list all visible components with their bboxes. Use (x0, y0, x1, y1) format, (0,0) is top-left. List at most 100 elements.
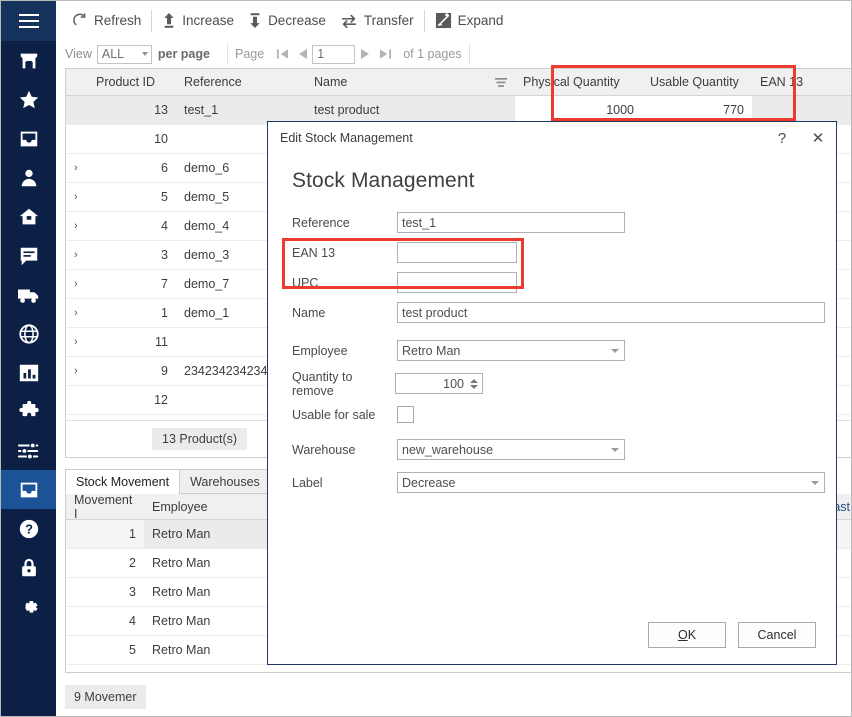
usable-quantity-column-header[interactable]: Usable Quantity (642, 69, 752, 95)
field-row-reference: Reference test_1 (292, 211, 836, 234)
usable-for-sale-checkbox[interactable] (397, 406, 414, 423)
cancel-button[interactable]: Cancel (738, 622, 816, 648)
quantity-stepper[interactable]: 100 (395, 373, 483, 394)
decrease-button[interactable]: Decrease (241, 8, 333, 34)
name-input[interactable]: test product (397, 302, 825, 323)
hamburger-menu-icon (18, 14, 39, 28)
last-page-button[interactable] (375, 48, 395, 60)
physical-quantity-column-header[interactable]: Physical Quantity (515, 69, 642, 95)
cell-movement-id: 4 (129, 614, 136, 628)
sidebar-item-home[interactable] (1, 197, 56, 236)
reference-value: test_1 (402, 215, 437, 230)
expand-row-toggle[interactable]: › (66, 241, 88, 269)
sidebar-toggle[interactable] (1, 1, 56, 41)
previous-page-button[interactable] (292, 48, 312, 60)
refresh-button[interactable]: Refresh (64, 8, 148, 34)
expand-row-toggle[interactable]: › (66, 212, 88, 240)
sidebar-item-shipping[interactable] (1, 275, 56, 314)
product-grid-header: Product ID Reference Name Physical Quant… (66, 69, 851, 96)
increase-button[interactable]: Increase (155, 8, 241, 34)
label-select[interactable]: Decrease (397, 472, 825, 493)
increase-label: Increase (182, 13, 235, 28)
chevron-right-icon: › (74, 336, 78, 348)
sidebar-item-web[interactable] (1, 314, 56, 353)
sidebar-item-stock[interactable] (1, 470, 56, 509)
expand-row-toggle[interactable]: › (66, 328, 88, 356)
toolbar-divider (151, 9, 153, 32)
next-page-button[interactable] (355, 48, 375, 60)
stepper-up-icon[interactable] (470, 378, 478, 383)
product-id-column-header[interactable]: Product ID (88, 69, 176, 95)
quantity-label: Quantity to remove (292, 369, 353, 398)
close-button[interactable]: ✕ (800, 123, 836, 153)
sidebar-item-settings[interactable] (1, 587, 56, 626)
tab-warehouses[interactable]: Warehouses (179, 469, 271, 494)
refresh-icon (71, 12, 88, 29)
first-page-button[interactable] (272, 48, 292, 60)
field-row-usable: Usable for sale (292, 403, 836, 426)
ean13-input[interactable] (397, 242, 517, 263)
sidebar-item-inbox[interactable] (1, 119, 56, 158)
cell-name: test product (314, 103, 380, 117)
truck-icon (17, 289, 38, 303)
star-icon (19, 90, 38, 108)
sidebar-item-users[interactable] (1, 158, 56, 197)
warehouse-select[interactable]: new_warehouse (397, 439, 625, 460)
sidebar-item-security[interactable] (1, 548, 56, 587)
question-mark-icon: ? (777, 129, 787, 147)
stepper-down-icon[interactable] (470, 384, 478, 389)
sidebar-item-reports[interactable] (1, 353, 56, 392)
expand-row-toggle[interactable]: › (66, 299, 88, 327)
refresh-label: Refresh (94, 13, 142, 28)
expand-row-toggle[interactable]: › (66, 357, 88, 385)
per-page-label: per page (157, 47, 210, 61)
stepper-arrows[interactable] (468, 378, 482, 389)
reference-label: Reference (292, 215, 350, 230)
inbox-icon (20, 482, 37, 497)
page-input-value: 1 (317, 47, 325, 61)
employee-select[interactable]: Retro Man (397, 340, 625, 361)
sort-filter-icon[interactable] (487, 69, 515, 95)
tab-stock-movement[interactable]: Stock Movement (65, 469, 181, 494)
reference-column-header[interactable]: Reference (176, 69, 306, 95)
help-button[interactable]: ? (764, 123, 800, 153)
view-select[interactable]: ALL (96, 44, 152, 64)
expand-row-toggle[interactable]: › (66, 270, 88, 298)
ean13-column-header[interactable]: EAN 13 (752, 69, 851, 95)
decrease-label: Decrease (268, 13, 326, 28)
puzzle-icon (18, 400, 39, 416)
warehouse-value: new_warehouse (402, 442, 494, 457)
sidebar-item-messages[interactable] (1, 236, 56, 275)
cell-movement-id: 1 (129, 527, 136, 541)
reference-input[interactable]: test_1 (397, 212, 625, 233)
chevron-down-icon (611, 348, 619, 353)
quantity-value: 100 (443, 376, 464, 391)
chevron-right-icon: › (74, 307, 78, 319)
cell-physical-quantity: 1000 (515, 96, 642, 124)
movement-count-label: 9 Movemer (65, 685, 146, 709)
sidebar-item-modules[interactable] (1, 392, 56, 431)
cell-reference: test_1 (184, 103, 219, 117)
movement-id-column-header[interactable]: Movement I (66, 494, 144, 521)
sidebar-item-favorites[interactable] (1, 80, 56, 119)
sidebar-item-preferences[interactable] (1, 431, 56, 470)
lock-icon (21, 558, 36, 576)
expand-row-toggle[interactable]: › (66, 183, 88, 211)
sidebar-item-store[interactable] (1, 41, 56, 80)
help-icon: ? (19, 519, 38, 538)
app-window: ? Refresh Increase Decrease Transfer Exp… (0, 0, 852, 717)
label-label: Label (292, 475, 323, 490)
expand-button[interactable]: Expand (428, 8, 511, 34)
ok-button[interactable]: OK (648, 622, 726, 648)
expand-row-toggle (66, 96, 88, 124)
expand-row-toggle[interactable]: › (66, 154, 88, 182)
upc-input[interactable] (397, 272, 517, 293)
transfer-icon (340, 13, 358, 29)
name-column-header[interactable]: Name (306, 69, 487, 95)
cell-product-id: 9 (161, 364, 168, 378)
transfer-button[interactable]: Transfer (333, 8, 421, 34)
chevron-right-icon: › (74, 249, 78, 261)
page-input[interactable]: 1 (312, 44, 356, 64)
sidebar-item-help[interactable]: ? (1, 509, 56, 548)
cell-spacer (487, 96, 515, 124)
